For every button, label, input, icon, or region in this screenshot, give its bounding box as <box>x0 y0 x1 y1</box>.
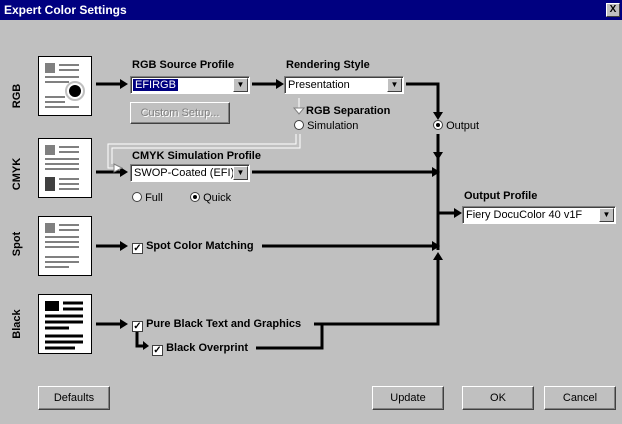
overprint-branch-arrow-icon <box>135 332 149 350</box>
rgb-source-profile-label: RGB Source Profile <box>132 59 235 71</box>
pure-black-label: Pure Black Text and Graphics <box>146 318 302 330</box>
output-profile-value: Fiery DocuColor 40 v1F <box>466 209 583 221</box>
chevron-down-icon[interactable]: ▼ <box>599 208 614 222</box>
cancel-button[interactable]: Cancel <box>544 386 616 410</box>
update-button[interactable]: Update <box>372 386 444 410</box>
rgb-arrowhead <box>120 79 128 89</box>
output-profile-label: Output Profile <box>464 190 538 202</box>
pure-black-checkbox[interactable]: ✓ <box>132 321 143 332</box>
output-arrowhead <box>433 112 443 120</box>
row-label-spot: Spot <box>11 231 23 257</box>
rendering-style-value: Presentation <box>288 79 350 91</box>
cmyk-simulation-profile-label: CMYK Simulation Profile <box>132 150 261 162</box>
cmyk-document-icon <box>38 138 92 198</box>
defaults-button[interactable]: Defaults <box>38 386 110 410</box>
quick-radio-label: Quick <box>203 192 232 204</box>
row-label-cmyk: CMYK <box>11 157 23 191</box>
spot-document-icon <box>38 216 92 276</box>
spot-color-matching-checkbox[interactable]: ✓ <box>132 243 143 254</box>
simulation-radio[interactable] <box>294 120 304 130</box>
rgb-separation-label: RGB Separation <box>306 105 391 117</box>
row-label-black: Black <box>11 309 23 339</box>
spot-color-matching-label: Spot Color Matching <box>146 240 254 252</box>
full-radio[interactable] <box>132 192 142 202</box>
black-overprint-checkbox-group[interactable]: ✓ Black Overprint <box>152 342 248 356</box>
chevron-down-icon[interactable]: ▼ <box>233 166 248 180</box>
rendering-style-label: Rendering Style <box>286 59 370 71</box>
simulation-radio-label: Simulation <box>307 120 359 132</box>
rgb-source-profile-value: EFIRGB <box>133 79 178 91</box>
black-to-output-line <box>314 260 440 326</box>
quick-radio-group[interactable]: Quick <box>190 192 231 204</box>
rendering-style-dropdown[interactable]: Presentation ▼ <box>284 76 404 94</box>
black-overprint-label: Black Overprint <box>166 342 248 354</box>
output-radio[interactable] <box>433 120 443 130</box>
render-arrowhead <box>276 79 284 89</box>
cmyk-simulation-profile-value: SWOP-Coated (EFI) <box>134 167 235 179</box>
rgb-source-profile-dropdown[interactable]: EFIRGB ▼ <box>130 76 250 94</box>
simulation-radio-group[interactable]: Simulation <box>294 120 358 132</box>
chevron-down-icon[interactable]: ▼ <box>387 78 402 92</box>
ok-button[interactable]: OK <box>462 386 534 410</box>
full-radio-group[interactable]: Full <box>132 192 163 204</box>
render-to-output-line <box>406 82 440 112</box>
output-radio-label: Output <box>446 120 480 132</box>
row-label-rgb: RGB <box>11 83 23 109</box>
full-radio-label: Full <box>145 192 163 204</box>
cmyk-simulation-profile-dropdown[interactable]: SWOP-Coated (EFI) ▼ <box>130 164 250 182</box>
rgb-document-icon <box>38 56 92 116</box>
spot-color-matching-checkbox-group[interactable]: ✓ Spot Color Matching <box>132 240 254 254</box>
custom-setup-button[interactable]: Custom Setup... <box>130 102 230 124</box>
output-radio-group[interactable]: Output <box>433 120 479 132</box>
chevron-down-icon[interactable]: ▼ <box>233 78 248 92</box>
black-document-icon <box>38 294 92 354</box>
output-profile-dropdown[interactable]: Fiery DocuColor 40 v1F ▼ <box>462 206 616 224</box>
black-overprint-checkbox[interactable]: ✓ <box>152 345 163 356</box>
quick-radio[interactable] <box>190 192 200 202</box>
pure-black-checkbox-group[interactable]: ✓ Pure Black Text and Graphics <box>132 318 301 332</box>
